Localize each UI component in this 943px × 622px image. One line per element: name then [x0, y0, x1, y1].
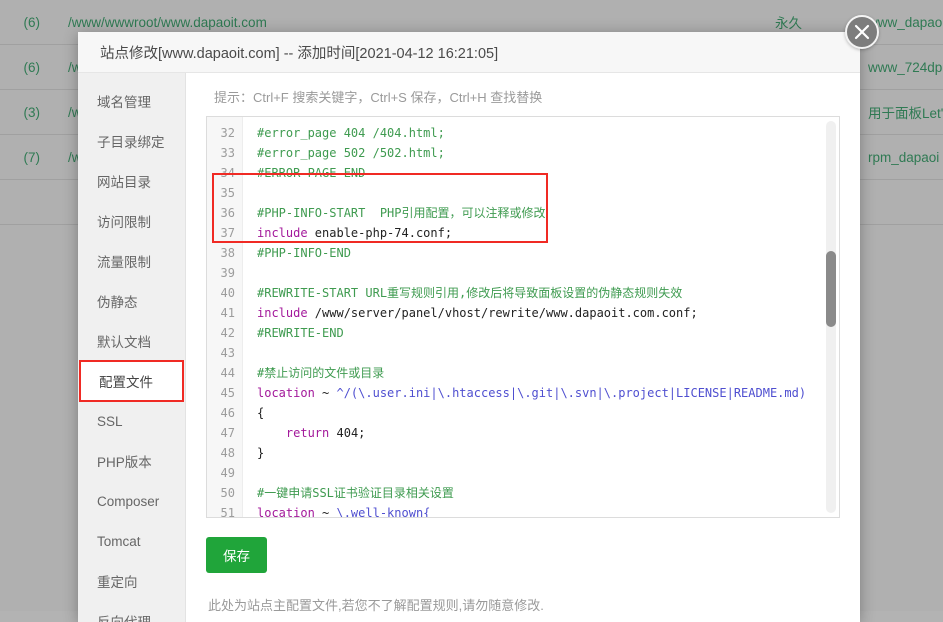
sidebar-item-label: SSL [97, 413, 123, 429]
row-note: www_724dp [868, 59, 943, 75]
line-number: 40 [220, 286, 235, 300]
sidebar-item-label: Composer [97, 493, 160, 509]
row-count: (3) [23, 104, 41, 120]
dialog-title: 站点修改[www.dapaoit.com] -- 添加时间[2021-04-12… [100, 45, 499, 62]
row-count: (7) [23, 149, 41, 165]
code-line: #REWRITE-END [257, 326, 344, 340]
row-note: 用于面板Let' [868, 106, 943, 121]
code-line: { [257, 406, 265, 420]
row-note: www_dapao [868, 14, 943, 30]
line-number: 48 [220, 446, 235, 460]
sidebar-item-php-version[interactable]: PHP版本 [78, 441, 185, 481]
sidebar-item-label: 网站目录 [97, 175, 151, 190]
line-number: 51 [220, 506, 235, 518]
close-x-glyph [854, 24, 870, 40]
editor-line-numbers: 32 33 34 35 36 37 38 39 40 41 42 43 44 45 46 47 48 49 50 51… [207, 117, 243, 517]
row-path: /www/wwwroot/www.dapaoit.com [68, 14, 267, 30]
code-line: location ~ \.well-known{ [257, 506, 431, 517]
code-line: include enable-php-74.conf; [257, 226, 453, 240]
sidebar-item-label: 访问限制 [97, 215, 151, 230]
sidebar-item-redirect[interactable]: 重定向 [78, 561, 185, 601]
dialog-header: 站点修改[www.dapaoit.com] -- 添加时间[2021-04-12… [78, 32, 860, 73]
dialog-content: 提示：Ctrl+F 搜索关键字，Ctrl+S 保存，Ctrl+H 查找替换 32… [186, 73, 860, 622]
sidebar-item-ssl[interactable]: SSL [78, 401, 185, 441]
sidebar-item-site-directory[interactable]: 网站目录 [78, 161, 185, 201]
code-line: #PHP-INFO-START PHP引用配置，可以注释或修改 [257, 206, 546, 220]
code-line: #PHP-INFO-END [257, 246, 351, 260]
editor-scrollbar-track[interactable] [826, 121, 836, 513]
row-count: (6) [23, 59, 41, 75]
line-number: 36 [220, 206, 235, 220]
line-number: 50 [220, 486, 235, 500]
save-button[interactable]: 保存 [206, 537, 267, 573]
sidebar-item-label: 配置文件 [99, 375, 153, 390]
sidebar-item-traffic-limit[interactable]: 流量限制 [78, 241, 185, 281]
line-number: 38 [220, 246, 235, 260]
line-number: 37 [220, 226, 235, 240]
sidebar-item-reverse-proxy[interactable]: 反向代理 [78, 601, 185, 622]
line-number: 49 [220, 466, 235, 480]
sidebar-item-access-restriction[interactable]: 访问限制 [78, 201, 185, 241]
code-line: #error_page 502 /502.html; [257, 146, 445, 160]
line-number: 43 [220, 346, 235, 360]
sidebar-item-default-document[interactable]: 默认文档 [78, 321, 185, 361]
site-edit-dialog: 站点修改[www.dapaoit.com] -- 添加时间[2021-04-12… [78, 32, 860, 622]
line-number: 32 [220, 126, 235, 140]
sidebar-item-label: 反向代理 [97, 611, 151, 622]
line-number: 33 [220, 146, 235, 160]
sidebar-item-label: Tomcat [97, 533, 141, 549]
code-line: location ~ ^/(\.user.ini|\.htaccess|\.gi… [257, 386, 807, 400]
line-number: 47 [220, 426, 235, 440]
sidebar-item-label: 子目录绑定 [97, 135, 165, 150]
code-line: #REWRITE-START URL重写规则引用,修改后将导致面板设置的伪静态规… [257, 286, 683, 300]
sidebar-item-subdirectory-binding[interactable]: 子目录绑定 [78, 121, 185, 161]
code-line: } [257, 446, 265, 460]
row-note: rpm_dapaoi [868, 149, 940, 165]
sidebar-item-tomcat[interactable]: Tomcat [78, 521, 185, 561]
code-line: return 404; [285, 426, 366, 440]
line-number: 46 [220, 406, 235, 420]
row-permission: 永久 [775, 16, 802, 31]
line-number: 44 [220, 366, 235, 380]
line-number: 34 [220, 166, 235, 180]
editor-scrollbar-thumb[interactable] [826, 251, 836, 327]
sidebar-item-config-file[interactable]: 配置文件 [79, 360, 184, 402]
sidebar-item-label: PHP版本 [97, 455, 152, 470]
line-number: 42 [220, 326, 235, 340]
dialog-sidebar: 域名管理 子目录绑定 网站目录 访问限制 流量限制 伪静态 默认文档 配置文件 … [78, 73, 186, 622]
dialog-body: 域名管理 子目录绑定 网站目录 访问限制 流量限制 伪静态 默认文档 配置文件 … [78, 73, 860, 622]
line-number: 35 [220, 186, 235, 200]
sidebar-item-composer[interactable]: Composer [78, 481, 185, 521]
row-count: (6) [23, 14, 41, 30]
editor-code-area[interactable]: #error_page 404 /404.html; #error_page 50… [243, 117, 839, 517]
sidebar-item-label: 重定向 [97, 575, 138, 590]
code-line: #一键申请SSL证书验证目录相关设置 [257, 486, 454, 500]
line-number: 45 [220, 386, 235, 400]
config-file-editor[interactable]: 32 33 34 35 36 37 38 39 40 41 42 43 44 45 46 47 48 49 50 51… [206, 116, 840, 518]
line-number: 39 [220, 266, 235, 280]
editor-tip: 提示：Ctrl+F 搜索关键字，Ctrl+S 保存，Ctrl+H 查找替换 [214, 90, 543, 105]
code-line: #禁止访问的文件或目录 [257, 366, 385, 380]
sidebar-item-label: 流量限制 [97, 255, 151, 270]
code-line: #error_page 404 /404.html; [257, 126, 445, 140]
sidebar-item-domain-management[interactable]: 域名管理 [78, 81, 185, 121]
editor-footnote: 此处为站点主配置文件,若您不了解配置规则,请勿随意修改. [208, 598, 544, 613]
code-line: #ERROR-PAGE-END [257, 166, 366, 180]
close-icon[interactable] [845, 15, 879, 49]
sidebar-item-label: 域名管理 [97, 95, 151, 110]
sidebar-item-pseudo-static[interactable]: 伪静态 [78, 281, 185, 321]
sidebar-item-label: 默认文档 [97, 335, 151, 350]
line-number: 41 [220, 306, 235, 320]
code-line: include /www/server/panel/vhost/rewrite/… [257, 306, 698, 320]
sidebar-item-label: 伪静态 [97, 295, 138, 310]
